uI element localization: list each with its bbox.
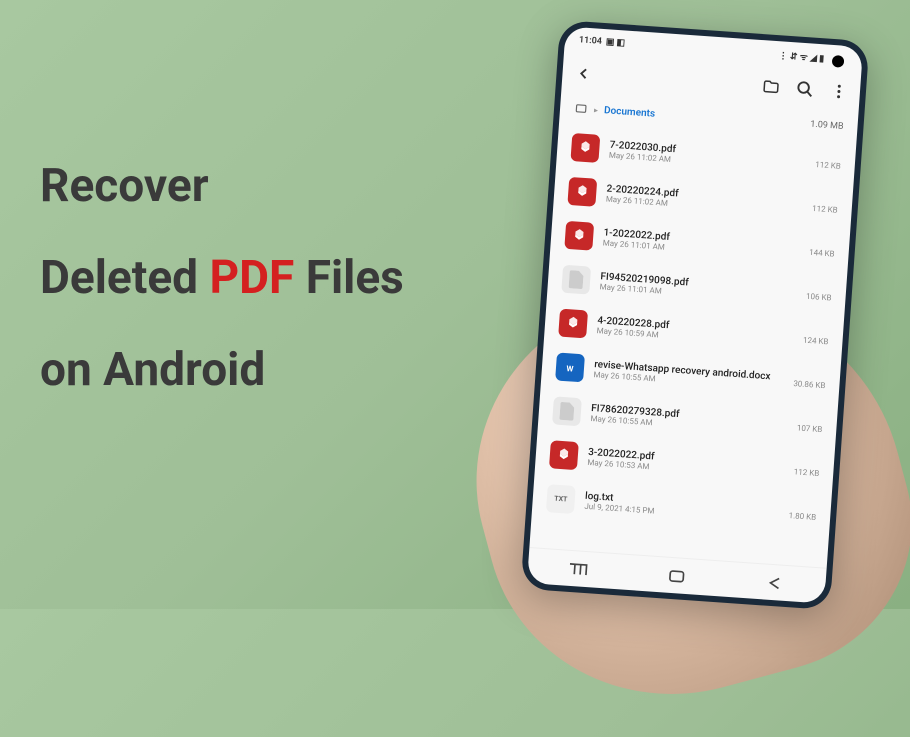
new-folder-icon[interactable] bbox=[762, 77, 781, 96]
recents-nav-icon[interactable] bbox=[567, 561, 588, 576]
file-size: 112 KB bbox=[815, 160, 841, 171]
search-icon[interactable] bbox=[795, 80, 814, 99]
file-info: log.txtJul 9, 2021 4:15 PM bbox=[584, 491, 779, 525]
phone-screen: 11:04 ▣ ◧ ⋮ ⇵ ᯤ ◢ ▮ ▸ Documents bbox=[527, 26, 863, 603]
back-icon[interactable] bbox=[574, 64, 593, 83]
file-info: revise-Whatsapp recovery android.docxMay… bbox=[593, 359, 784, 392]
more-options-icon[interactable] bbox=[829, 82, 848, 101]
headline-text: Recover Deleted PDF Files on Android bbox=[40, 140, 404, 416]
folder-total-size: 1.09 MB bbox=[810, 120, 844, 132]
file-info: 2-20220224.pdfMay 26 11:02 AM bbox=[606, 184, 803, 218]
pdf-file-icon bbox=[564, 221, 594, 251]
file-info: 7-2022030.pdfMay 26 11:02 AM bbox=[609, 140, 806, 174]
headline-line-1: Recover bbox=[40, 140, 404, 232]
file-size: 30.86 KB bbox=[793, 379, 826, 390]
headline-highlight: PDF bbox=[210, 251, 295, 305]
docx-file-icon: W bbox=[555, 352, 585, 382]
phone-frame: 11:04 ▣ ◧ ⋮ ⇵ ᯤ ◢ ▮ ▸ Documents bbox=[520, 20, 869, 610]
pdf-file-icon bbox=[570, 133, 600, 163]
back-nav-icon[interactable] bbox=[765, 575, 786, 590]
pdf-file-icon bbox=[567, 177, 597, 207]
status-time: 11:04 bbox=[579, 35, 603, 47]
status-system-icons: ⋮ ⇵ ᯤ ◢ ▮ bbox=[778, 48, 824, 64]
txt-file-icon: TXT bbox=[546, 484, 576, 514]
home-nav-icon[interactable] bbox=[666, 568, 687, 583]
pdf-file-icon bbox=[558, 309, 588, 339]
breadcrumb-current-folder: Documents bbox=[604, 105, 656, 120]
file-size: 107 KB bbox=[797, 423, 823, 434]
blank-file-icon bbox=[552, 396, 582, 426]
file-info: 1-2022022.pdfMay 26 11:01 AM bbox=[602, 227, 799, 261]
file-list[interactable]: 7-2022030.pdfMay 26 11:02 AM 112 KB 2-2022… bbox=[529, 122, 856, 568]
file-size: 106 KB bbox=[806, 291, 832, 302]
breadcrumb-separator: ▸ bbox=[594, 105, 599, 114]
blank-file-icon bbox=[561, 265, 591, 295]
file-info: 3-2022022.pdfMay 26 10:53 AM bbox=[587, 447, 784, 481]
file-size: 1.80 KB bbox=[788, 511, 816, 522]
breadcrumb[interactable]: ▸ Documents bbox=[574, 101, 656, 121]
file-info: FI94520219098.pdfMay 26 11:01 AM bbox=[599, 271, 796, 305]
file-size: 144 KB bbox=[809, 247, 835, 258]
file-size: 112 KB bbox=[794, 467, 820, 478]
svg-text:W: W bbox=[566, 364, 574, 373]
pdf-file-icon bbox=[549, 440, 579, 470]
headline-line-3: on Android bbox=[40, 324, 404, 416]
home-icon bbox=[574, 101, 589, 116]
file-size: 112 KB bbox=[812, 203, 838, 214]
headline-line-2: Deleted PDF Files bbox=[40, 232, 404, 324]
file-info: FI78620279328.pdfMay 26 10:55 AM bbox=[590, 403, 787, 437]
status-notification-icons: ▣ ◧ bbox=[606, 37, 626, 48]
file-info: 4-20220228.pdfMay 26 10:59 AM bbox=[596, 315, 793, 349]
file-size: 124 KB bbox=[803, 335, 829, 346]
